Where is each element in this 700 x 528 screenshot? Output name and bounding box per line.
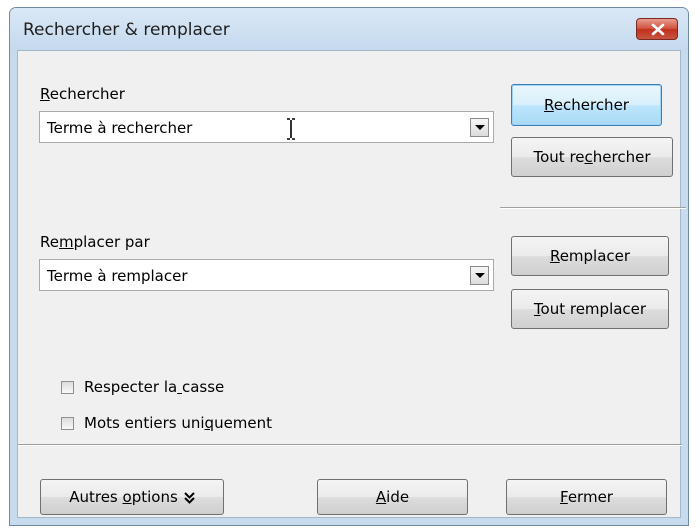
text-cursor-icon [287,118,295,140]
find-button-rest: echercher [553,96,629,114]
replace-input[interactable]: Terme à remplacer [47,267,188,285]
bottom-separator [18,444,682,446]
replace-label-part-1: Re [40,233,59,251]
match-case-part-2: casse [181,378,225,396]
dialog-body: Rechercher Terme à rechercher Rechercher… [17,50,686,518]
more-options-button[interactable]: Autres options [40,479,224,515]
close-button[interactable]: Fermer [506,479,667,515]
help-button[interactable]: Aide [317,479,468,515]
find-button[interactable]: Rechercher [511,84,662,126]
find-all-mnemonic: c [584,148,593,166]
dialog-window: Rechercher & remplacer Rechercher Terme … [9,7,689,526]
whole-words-checkbox[interactable] [61,417,74,430]
more-options-part-1: Autres [69,488,123,506]
close-window-button[interactable] [636,18,678,40]
close-icon [651,23,665,36]
replace-button-rest: emplacer [559,247,631,265]
find-button-mnemonic: R [544,96,554,114]
replace-all-mnemonic: T [533,300,541,318]
title-bar: Rechercher & remplacer [10,8,688,50]
replace-all-rest: out remplacer [540,300,647,318]
search-combobox[interactable]: Terme à rechercher [39,111,494,143]
whole-words-part-1: Mots entiers uni [84,414,205,432]
close-button-rest: ermer [567,488,613,506]
whole-words-part-2: uement [214,414,273,432]
find-all-part-2: hercher [592,148,651,166]
help-button-rest: ide [386,488,410,506]
search-label: Rechercher [40,85,125,103]
replace-label-part-2: placer par [73,233,150,251]
double-chevron-down-icon [184,491,195,504]
replace-combobox[interactable]: Terme à remplacer [39,259,494,291]
search-input[interactable]: Terme à rechercher [47,119,192,137]
close-button-mnemonic: F [560,488,568,506]
replace-button-mnemonic: R [549,247,560,265]
whole-words-mnemonic: q [204,414,215,432]
search-label-mnemonic: R [40,85,50,103]
replace-dropdown-arrow-icon[interactable] [470,266,489,285]
replace-all-button[interactable]: Tout remplacer [511,289,669,329]
more-options-mnemonic: o [122,488,132,506]
help-button-mnemonic: A [375,488,387,506]
replace-label-mnemonic: m [58,233,74,251]
whole-words-label[interactable]: Mots entiers uniquement [84,414,272,432]
find-all-part-1: Tout re [533,148,585,166]
find-all-button[interactable]: Tout rechercher [511,137,673,177]
window-title: Rechercher & remplacer [23,20,230,40]
match-case-part-1: Respecter la [84,378,178,396]
match-case-checkbox[interactable] [61,381,74,394]
replace-button[interactable]: Remplacer [511,236,669,276]
search-label-rest: echercher [49,85,125,103]
right-separator [500,207,686,209]
more-options-part-2: ptions [131,488,178,506]
search-dropdown-arrow-icon[interactable] [470,118,489,137]
replace-label: Remplacer par [40,233,150,251]
match-case-label[interactable]: Respecter la casse [84,378,224,396]
